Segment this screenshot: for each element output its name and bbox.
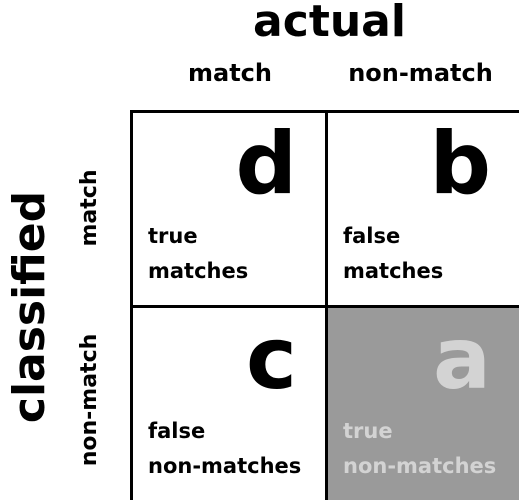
- cell-true-non-matches: a true non-matches: [325, 305, 519, 500]
- axis-title-classified: classified: [4, 190, 55, 424]
- cell-description: false non-matches: [148, 414, 301, 484]
- cell-description: false matches: [343, 219, 443, 289]
- cell-description-line: non-matches: [343, 454, 497, 478]
- cell-false-matches: b false matches: [325, 110, 519, 308]
- axis-title-actual: actual: [253, 0, 406, 47]
- cell-false-non-matches: c false non-matches: [130, 305, 328, 500]
- cell-letter: b: [429, 114, 491, 214]
- row-label-match: match: [77, 169, 102, 247]
- cell-description-line: false: [148, 419, 206, 443]
- cell-description-line: matches: [343, 259, 444, 283]
- column-label-non-match: non-match: [348, 59, 493, 87]
- cell-description: true matches: [148, 219, 248, 289]
- cell-description-line: true: [148, 224, 198, 248]
- row-label-non-match: non-match: [77, 333, 102, 467]
- cell-letter: a: [432, 309, 491, 409]
- cell-description-line: non-matches: [148, 454, 302, 478]
- cell-description-line: true: [343, 419, 393, 443]
- cell-description-line: false: [343, 224, 401, 248]
- confusion-matrix-grid: d true matches b false matches c false n…: [130, 110, 519, 500]
- column-label-match: match: [188, 59, 272, 87]
- cell-description: true non-matches: [343, 414, 496, 484]
- cell-letter: c: [246, 309, 297, 409]
- cell-description-line: matches: [148, 259, 249, 283]
- cell-letter: d: [235, 114, 297, 214]
- cell-true-matches: d true matches: [130, 110, 328, 308]
